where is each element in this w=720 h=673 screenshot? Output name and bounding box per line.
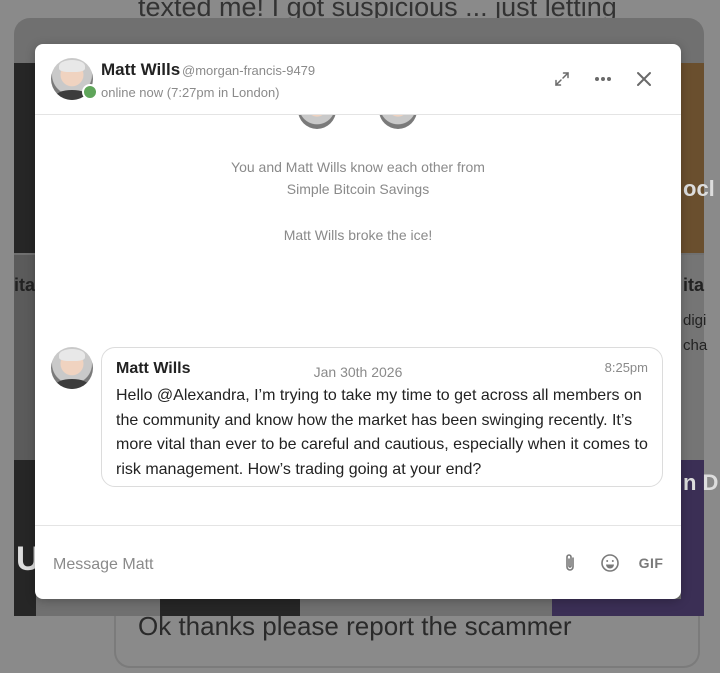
avatar (298, 115, 336, 129)
contact-name[interactable]: Matt Wills (101, 60, 180, 80)
background-tile (160, 599, 300, 616)
close-icon (637, 72, 651, 86)
message-text: Hello @Alexandra, I’m trying to take my … (116, 387, 648, 478)
background-fragment: cha (683, 337, 708, 354)
gif-button[interactable]: GIF (637, 550, 665, 576)
message-input[interactable] (51, 550, 525, 580)
ice-breaker-text: Matt Wills broke the ice! (283, 227, 433, 243)
contact-status: online now (7:27pm in London) (101, 85, 280, 100)
paperclip-icon (566, 554, 574, 571)
background-tile (14, 460, 36, 616)
mutual-community-name: Simple Bitcoin Savings (286, 181, 430, 197)
attach-button[interactable] (559, 550, 581, 576)
more-icon (595, 77, 611, 81)
background-fragment: ita (683, 275, 705, 295)
background-tile (681, 63, 704, 253)
contact-handle: @morgan-francis-9479 (182, 63, 316, 78)
background-tile (552, 599, 682, 616)
expand-icon (555, 72, 569, 86)
background-fragment: n D (683, 470, 719, 495)
message-composer: GIF (35, 525, 681, 599)
background-fragment: ocl (683, 176, 715, 201)
message-bubble: Matt Wills 8:25pm Hello @Alexandra, I’m … (101, 347, 663, 487)
online-status-indicator (82, 84, 98, 100)
background-fragment: ita (14, 275, 36, 295)
avatar[interactable] (51, 347, 93, 389)
avatar (379, 115, 417, 129)
emoji-icon (601, 554, 619, 572)
more-button[interactable] (590, 66, 616, 92)
background-tile (14, 63, 36, 253)
expand-button[interactable] (549, 66, 575, 92)
message-author[interactable]: Matt Wills (116, 360, 191, 378)
close-button[interactable] (631, 66, 657, 92)
mutual-community-text: You and Matt Wills know each other from (231, 159, 485, 175)
background-fragment: digi (683, 312, 707, 329)
chat-header: Matt Wills @morgan-francis-9479 online n… (35, 44, 681, 115)
message-list[interactable]: You and Matt Wills know each other from … (35, 115, 681, 525)
emoji-button[interactable] (599, 550, 621, 576)
chat-modal: Matt Wills @morgan-francis-9479 online n… (35, 44, 681, 599)
message-timestamp: 8:25pm (604, 360, 648, 375)
